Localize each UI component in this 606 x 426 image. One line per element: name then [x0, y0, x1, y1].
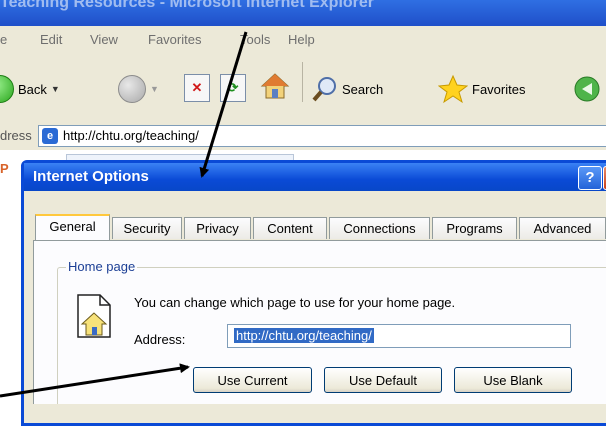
tab-programs[interactable]: Programs [432, 217, 517, 239]
browser-title: Teaching Resources - Microsoft Internet … [0, 0, 375, 11]
address-input[interactable]: e http://chtu.org/teaching/ [38, 125, 606, 147]
standard-toolbar: Back ▼ ▼ ✕ ⟳ Search Favorites [0, 54, 606, 123]
forward-arrow-icon [118, 75, 146, 103]
home-icon[interactable] [260, 72, 290, 100]
dialog-title-bar[interactable]: Internet Options ? X [24, 163, 606, 191]
dialog-title: Internet Options [33, 168, 149, 185]
favorites-label: Favorites [472, 81, 526, 97]
back-button[interactable]: Back ▼ [0, 75, 60, 103]
help-button[interactable]: ? [578, 166, 602, 190]
use-blank-button[interactable]: Use Blank [454, 367, 572, 393]
page-partial-text: P [0, 161, 9, 176]
use-current-button[interactable]: Use Current [193, 367, 312, 393]
address-label: dress [0, 128, 32, 143]
browser-title-bar: Teaching Resources - Microsoft Internet … [0, 0, 606, 26]
ie-page-icon: e [42, 128, 58, 144]
media-icon[interactable] [572, 74, 602, 104]
refresh-icon[interactable]: ⟳ [220, 74, 246, 102]
menu-help[interactable]: Help [288, 32, 315, 47]
home-page-address-label: Address: [134, 332, 186, 347]
tab-privacy[interactable]: Privacy [184, 217, 251, 239]
home-page-address-value: http://chtu.org/teaching/ [234, 328, 374, 343]
stop-icon[interactable]: ✕ [184, 74, 210, 102]
forward-dropdown-icon[interactable]: ▼ [150, 84, 159, 94]
forward-button[interactable]: ▼ [118, 75, 159, 103]
use-default-button[interactable]: Use Default [324, 367, 442, 393]
menu-tools[interactable]: Tools [240, 32, 270, 47]
tab-content[interactable]: Content [253, 217, 327, 239]
back-arrow-icon [0, 75, 14, 103]
home-page-description: You can change which page to use for you… [134, 295, 456, 310]
menu-view[interactable]: View [90, 32, 118, 47]
search-label: Search [342, 81, 384, 97]
home-page-icon [77, 294, 111, 338]
home-page-group-label: Home page [66, 259, 138, 274]
home-page-address-input[interactable]: http://chtu.org/teaching/ [227, 324, 571, 348]
favorites-button[interactable]: Favorites [438, 74, 525, 104]
tab-security[interactable]: Security [112, 217, 182, 239]
tab-connections[interactable]: Connections [329, 217, 430, 239]
tab-advanced[interactable]: Advanced [519, 217, 606, 239]
back-label: Back [18, 81, 47, 97]
address-url: http://chtu.org/teaching/ [63, 128, 199, 143]
toolbar-separator [302, 62, 303, 102]
menu-file[interactable]: e [0, 32, 7, 47]
back-dropdown-icon[interactable]: ▼ [51, 84, 60, 94]
search-button[interactable]: Search [312, 76, 383, 102]
address-bar: dress e http://chtu.org/teaching/ [0, 122, 606, 151]
search-icon [312, 77, 336, 102]
menu-favorites[interactable]: Favorites [148, 32, 201, 47]
tab-general[interactable]: General [35, 214, 110, 240]
menu-edit[interactable]: Edit [40, 32, 62, 47]
menu-bar: e Edit View Favorites Tools Help [0, 26, 606, 55]
favorites-star-icon [438, 74, 468, 104]
